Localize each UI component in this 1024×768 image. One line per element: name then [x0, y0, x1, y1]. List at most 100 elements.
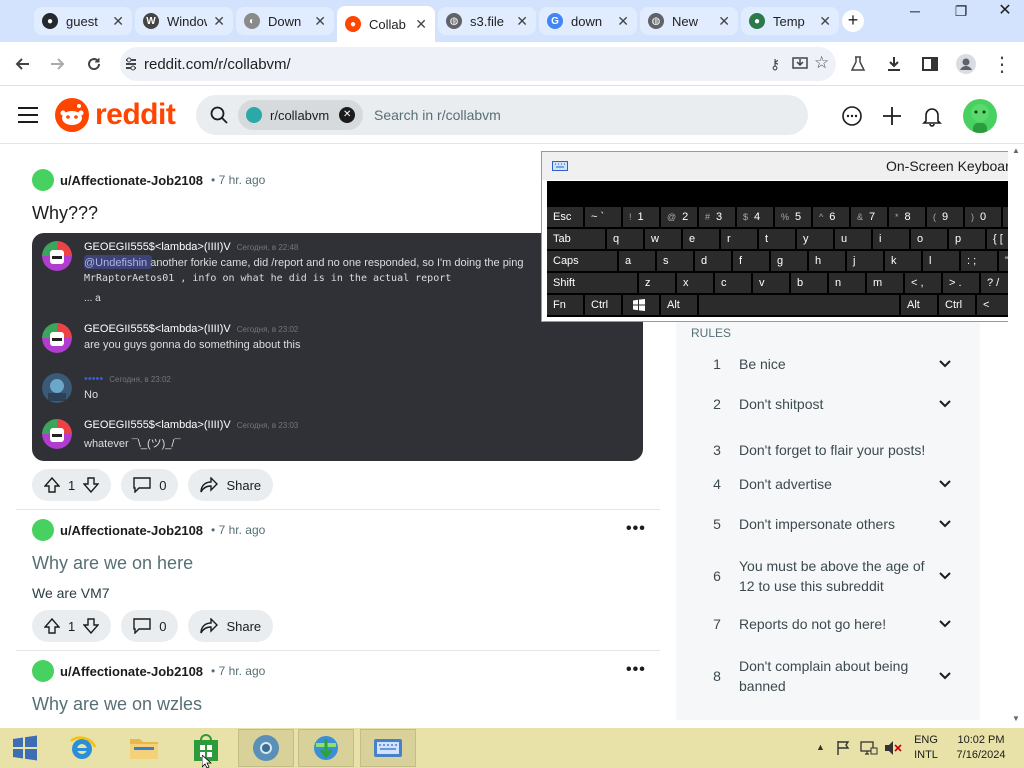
upvote-icon[interactable]	[44, 618, 60, 634]
show-hidden-icons-icon[interactable]: ▲	[816, 742, 825, 752]
osk-key[interactable]: (9	[927, 207, 963, 227]
close-tab-icon[interactable]: ✕	[415, 16, 427, 33]
osk-key[interactable]	[699, 295, 899, 315]
downvote-icon[interactable]	[83, 618, 100, 634]
taskbar-download-manager[interactable]	[298, 729, 354, 767]
user-avatar[interactable]	[963, 99, 997, 133]
osk-key[interactable]: ~ `	[585, 207, 621, 227]
share-button[interactable]: Share	[188, 469, 274, 501]
post-title[interactable]: Why are we on wzles	[32, 694, 202, 715]
osk-key[interactable]: a	[619, 251, 655, 271]
close-tab-icon[interactable]: ✕	[112, 13, 124, 30]
rule-item[interactable]: 2 Don't shitpost	[676, 388, 980, 420]
osk-key[interactable]: Tab	[547, 229, 605, 249]
share-button[interactable]: Share	[188, 610, 274, 642]
start-button[interactable]	[0, 729, 50, 767]
osk-key[interactable]: Shift	[547, 273, 637, 293]
osk-key[interactable]: k	[885, 251, 921, 271]
osk-key[interactable]: j	[847, 251, 883, 271]
post-author[interactable]: u/Affectionate-Job2108	[60, 664, 203, 679]
volume-muted-icon[interactable]	[884, 740, 902, 756]
osk-key[interactable]: r	[721, 229, 757, 249]
post-author[interactable]: u/Affectionate-Job2108	[60, 523, 203, 538]
osk-key[interactable]: z	[639, 273, 675, 293]
on-screen-keyboard-window[interactable]: On-Screen Keyboard Esc ~ `! 1 @2 #3 $4% 5 ^ 6 & 7 *…	[541, 151, 1024, 322]
osk-key[interactable]: & 7	[851, 207, 887, 227]
author-avatar[interactable]	[32, 519, 54, 541]
browser-tab[interactable]: ◐ Down ✕	[236, 7, 334, 35]
post-title[interactable]: Why are we on here	[32, 553, 193, 574]
osk-key[interactable]: t	[759, 229, 795, 249]
osk-key[interactable]: * 8	[889, 207, 925, 227]
close-tab-icon[interactable]: ✕	[516, 13, 528, 30]
comments-button[interactable]: 0	[121, 469, 179, 501]
system-clock[interactable]: 10:02 PM 7/16/2024	[946, 733, 1016, 763]
notifications-bell-icon[interactable]	[921, 105, 943, 127]
osk-key[interactable]: Alt	[661, 295, 697, 315]
osk-key[interactable]: c	[715, 273, 751, 293]
reddit-logo[interactable]: reddit	[55, 98, 176, 132]
rule-item[interactable]: 1 Be nice	[676, 348, 980, 380]
osk-key[interactable]: q	[607, 229, 643, 249]
comments-button[interactable]: 0	[121, 610, 179, 642]
osk-key[interactable]: p	[949, 229, 985, 249]
osk-key[interactable]: Esc	[547, 207, 583, 227]
browser-tab[interactable]: ◍ New ✕	[640, 7, 738, 35]
chevron-down-icon[interactable]	[938, 479, 952, 489]
taskbar-chrome[interactable]	[238, 729, 294, 767]
author-avatar[interactable]	[32, 169, 54, 191]
labs-flask-icon[interactable]	[846, 52, 870, 76]
chevron-down-icon[interactable]	[938, 571, 952, 581]
osk-key[interactable]: : ;	[961, 251, 997, 271]
osk-key[interactable]: l	[923, 251, 959, 271]
language-indicator[interactable]: ENG INTL	[906, 733, 946, 763]
osk-title-bar[interactable]: On-Screen Keyboard	[542, 152, 1024, 180]
osk-key[interactable]: ^ 6	[813, 207, 849, 227]
osk-key[interactable]: Caps	[547, 251, 617, 271]
taskbar-on-screen-keyboard[interactable]	[360, 729, 416, 767]
forward-icon[interactable]	[46, 52, 70, 76]
key-icon[interactable]: ⚷	[770, 56, 780, 73]
author-avatar[interactable]	[32, 660, 54, 682]
upvote-icon[interactable]	[44, 477, 60, 493]
close-window-button[interactable]: ✕	[990, 2, 1020, 22]
close-tab-icon[interactable]: ✕	[819, 13, 831, 30]
rule-item[interactable]: 5 Don't impersonate others	[676, 508, 980, 540]
back-icon[interactable]	[10, 52, 34, 76]
close-tab-icon[interactable]: ✕	[617, 13, 629, 30]
osk-key[interactable]: n	[829, 273, 865, 293]
browser-tab[interactable]: ● Temp ✕	[741, 7, 839, 35]
minimize-button[interactable]: ─	[900, 2, 930, 22]
osk-key[interactable]: s	[657, 251, 693, 271]
download-icon[interactable]	[882, 52, 906, 76]
osk-key[interactable]: < ,	[905, 273, 941, 293]
close-tab-icon[interactable]: ✕	[213, 13, 225, 30]
osk-key[interactable]: u	[835, 229, 871, 249]
chat-icon[interactable]	[841, 105, 863, 127]
osk-key[interactable]: g	[771, 251, 807, 271]
osk-key[interactable]: #3	[699, 207, 735, 227]
page-scrollbar[interactable]: ▲ ▼	[1008, 144, 1024, 728]
rule-item[interactable]: 6 You must be above the age of 12 to use …	[676, 554, 980, 598]
osk-key[interactable]: Alt	[901, 295, 937, 315]
post-author[interactable]: u/Affectionate-Job2108	[60, 173, 203, 188]
browser-tab[interactable]: ● guest ✕	[34, 7, 132, 35]
chevron-down-icon[interactable]	[938, 359, 952, 369]
new-tab-button[interactable]: +	[842, 10, 864, 32]
osk-key[interactable]: $4	[737, 207, 773, 227]
osk-key[interactable]: % 5	[775, 207, 811, 227]
restore-button[interactable]: ❐	[946, 2, 976, 22]
address-bar[interactable]: reddit.com/r/collabvm/ ⚷ ☆	[120, 47, 836, 81]
osk-key[interactable]: m	[867, 273, 903, 293]
osk-key[interactable]: @2	[661, 207, 697, 227]
close-tab-icon[interactable]: ✕	[718, 13, 730, 30]
osk-key[interactable]: f	[733, 251, 769, 271]
network-icon[interactable]	[860, 740, 878, 756]
browser-tab[interactable]: W Windows ✕	[135, 7, 233, 35]
chevron-down-icon[interactable]	[938, 399, 952, 409]
profile-icon[interactable]	[954, 52, 978, 76]
taskbar-file-explorer[interactable]	[116, 729, 172, 767]
browser-tab[interactable]: Gdown ✕	[539, 7, 637, 35]
chevron-down-icon[interactable]	[938, 619, 952, 629]
osk-key[interactable]: b	[791, 273, 827, 293]
